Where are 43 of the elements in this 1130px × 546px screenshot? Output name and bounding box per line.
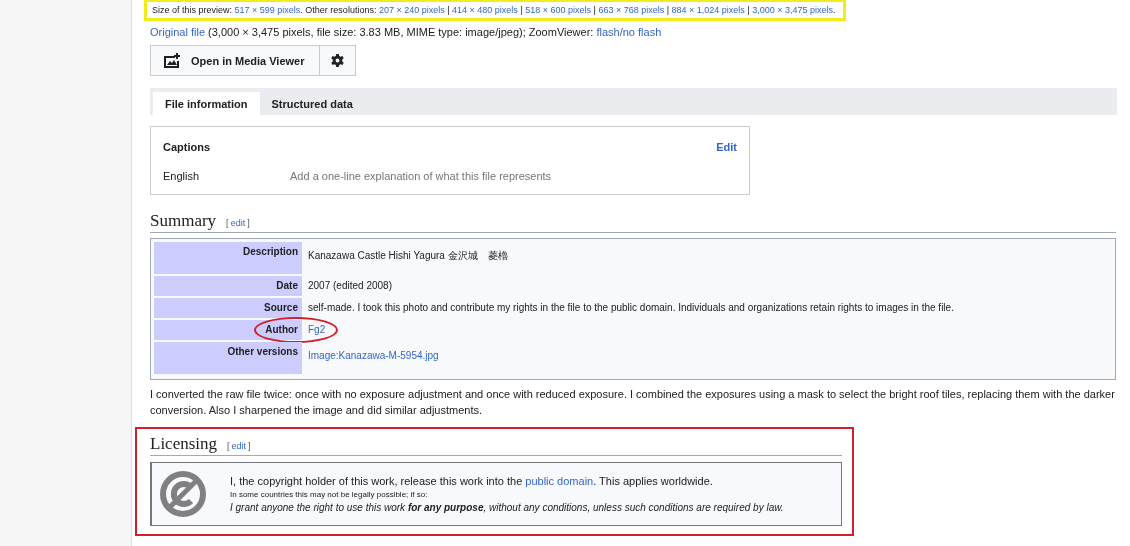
section-heading: Summary <box>150 211 217 231</box>
row-label: Other versions <box>154 342 302 374</box>
edit-link[interactable]: Edit <box>716 141 737 153</box>
text-link[interactable]: 207 × 240 pixels <box>378 5 445 15</box>
text-link[interactable]: Fg2 <box>308 323 326 337</box>
image-icon <box>163 52 181 69</box>
row-label: Description <box>154 242 302 274</box>
edit-link[interactable]: edit <box>231 441 247 451</box>
row-label: Date <box>154 276 302 296</box>
file-info-text: Original file (3,000 × 3,475 pixels, file size: 3.83 MB, MIME type: image/jpeg); ZoomViewer: flash/no flash <box>150 26 663 38</box>
caption-field[interactable]: Add a one-line explanation of what this file represents <box>290 170 590 182</box>
row-value: Kanazawa Castle Hishi Yagura 金沢城 菱櫓 <box>308 249 508 263</box>
text-link[interactable]: 3,000 × 3,475 pixels <box>752 5 833 15</box>
bracket: [ <box>226 218 229 228</box>
text-link[interactable]: Image:Kanazawa-M-5954.jpg <box>308 349 439 363</box>
language-label: English <box>163 170 201 182</box>
license-caveat: In some countries this may not be legally possible; if so: <box>230 490 429 499</box>
description-paragraph: I converted the raw file twice: once with no exposure adjustment and once with reduced exposure. I combined the exposures using a mask to select the bright roof tiles, replacing them with the darker conversion. Also I sharpened the image and did similar adjustments. <box>150 387 1116 418</box>
tab[interactable]: File information <box>153 92 260 115</box>
text-link[interactable]: flash/no flash <box>596 26 662 38</box>
media-viewer-button[interactable]: Open in Media Viewer <box>150 45 320 76</box>
bracket: [ <box>227 441 230 451</box>
row-label: Author <box>154 320 302 340</box>
text-link[interactable]: 414 × 480 pixels <box>452 5 518 15</box>
settings-button[interactable] <box>319 45 356 76</box>
text-link[interactable]: 663 × 768 pixels <box>598 5 665 15</box>
no-copyright-icon <box>158 469 208 519</box>
text-link[interactable]: 518 × 600 pixels <box>525 5 592 15</box>
text-link[interactable]: 884 × 1,024 pixels <box>671 5 745 15</box>
row-label: Source <box>154 298 302 318</box>
text-link[interactable]: Original file <box>150 26 206 38</box>
bracket: ] <box>248 441 251 451</box>
captions-title: Captions <box>163 141 211 153</box>
bracket: ] <box>247 218 250 228</box>
preview-sizes-text: Size of this preview: 517 × 599 pixels. Other resolutions: 207 × 240 pixels | 414 × 480 pixels | 518 × 600 pixels | 663 × 768 pixels | 884 × 1,024 pixels | 3,000 × 3,475 pixels. <box>152 5 836 15</box>
row-value: self-made. I took this photo and contribute my rights in the file to the public domain. Individuals and organizations retain rights to images in the file. <box>308 301 954 315</box>
tab[interactable]: Structured data <box>259 92 365 115</box>
section-heading: Licensing <box>150 434 218 454</box>
edit-link[interactable]: edit <box>230 218 246 228</box>
settings-icon <box>330 54 344 67</box>
row-value: 2007 (edited 2008) <box>308 279 392 293</box>
license-statement: I, the copyright holder of this work, release this work into the public domain. This applies worldwide. <box>230 475 714 487</box>
license-grant: I grant anyone the right to use this work for any purpose, without any conditions, unless such conditions are required by law. <box>230 502 784 513</box>
